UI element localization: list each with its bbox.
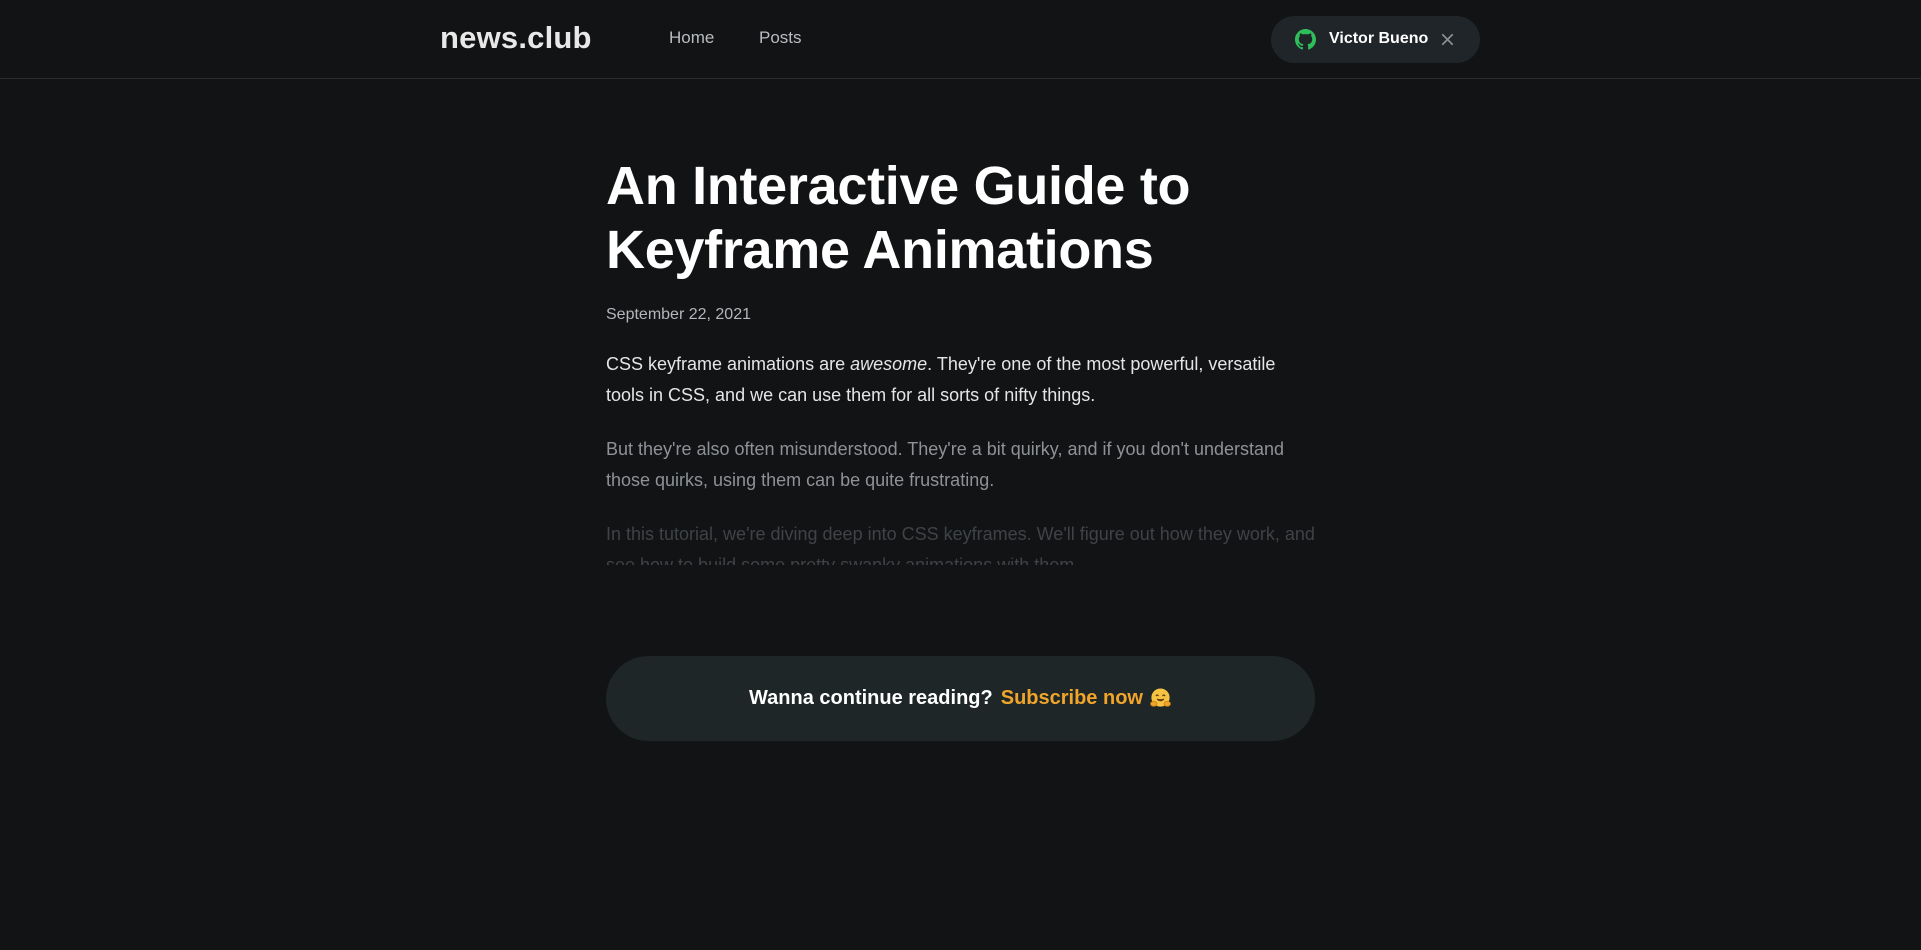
article-title: An Interactive Guide to Keyframe Animati… (606, 154, 1316, 282)
close-icon[interactable] (1438, 30, 1457, 49)
faded-paragraph: In this tutorial, we're diving deep into… (606, 524, 1315, 565)
nav-posts-link[interactable]: Posts (759, 28, 802, 48)
subscribe-banner: Wanna continue reading? Subscribe now (606, 656, 1315, 741)
publish-date: September 22, 2021 (606, 306, 751, 323)
article-title-line-2: Keyframe Animations (606, 220, 1154, 280)
continue-reading-text: Wanna continue reading? (749, 687, 993, 709)
article-title-line-1: An Interactive Guide to (606, 156, 1191, 216)
site-logo[interactable]: news.club (440, 20, 592, 56)
hugging-face-emoji-icon (1150, 688, 1171, 707)
user-name: Victor Bueno (1329, 30, 1429, 47)
user-account-pill[interactable]: Victor Bueno (1271, 16, 1480, 63)
second-paragraph: But they're also often misunderstood. Th… (606, 439, 1285, 490)
subscribe-now-link[interactable]: Subscribe now (1001, 687, 1143, 710)
intro-text-start: CSS keyframe animations are (606, 354, 851, 374)
top-nav-bar: news.club Home Posts Victor Bueno (0, 0, 1921, 79)
intro-paragraph: CSS keyframe animations are awesome. The… (606, 349, 1316, 411)
subscribe-content: Wanna continue reading? Subscribe now (606, 656, 1315, 741)
github-icon (1295, 29, 1316, 50)
nav-home-link[interactable]: Home (669, 28, 714, 48)
article-preview: An Interactive Guide to Keyframe Animati… (606, 154, 1316, 565)
intro-emphasis: awesome (850, 354, 928, 374)
